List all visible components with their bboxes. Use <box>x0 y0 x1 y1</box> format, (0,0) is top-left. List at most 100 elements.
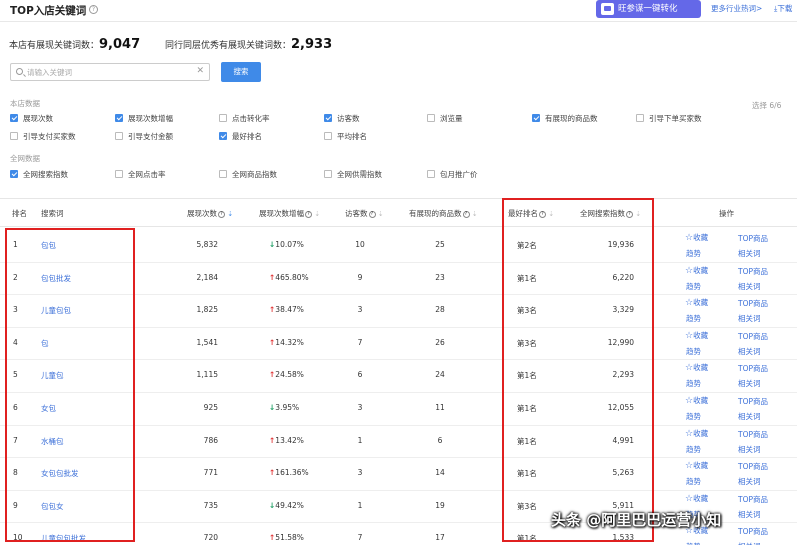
clear-icon[interactable]: ✕ <box>196 66 204 76</box>
favorite-button[interactable]: ☆收藏 <box>685 330 708 341</box>
top-items-link[interactable]: TOP商品 <box>738 233 768 244</box>
keyword-link[interactable]: 包包批发 <box>41 273 71 284</box>
store-metric-checkbox[interactable]: 展现次数 <box>10 114 53 125</box>
related-words-link[interactable]: 相关词 <box>738 313 761 324</box>
col-search-index[interactable]: 全网搜索指数? ⇣ <box>580 208 641 219</box>
network-metric-checkbox[interactable]: 包月推广价 <box>427 170 478 181</box>
trend-link[interactable]: 趋势 <box>686 541 701 545</box>
trend-link[interactable]: 趋势 <box>686 313 701 324</box>
sort-icon[interactable]: ⇣ <box>472 210 478 218</box>
keyword-link[interactable]: 女包包批发 <box>41 468 79 479</box>
top-items-link[interactable]: TOP商品 <box>738 298 768 309</box>
checkbox-icon[interactable] <box>10 114 18 122</box>
store-metric-checkbox[interactable]: 引导下单买家数 <box>636 114 702 125</box>
more-keywords-link[interactable]: 更多行业热词> <box>711 3 762 14</box>
checkbox-icon[interactable] <box>115 170 123 178</box>
checkbox-icon[interactable] <box>324 114 332 122</box>
sort-icon[interactable]: ⇣ <box>548 210 554 218</box>
top-items-link[interactable]: TOP商品 <box>738 396 768 407</box>
checkbox-icon[interactable] <box>427 114 435 122</box>
related-words-link[interactable]: 相关词 <box>738 444 761 455</box>
related-words-link[interactable]: 相关词 <box>738 378 761 389</box>
question-icon[interactable]: ? <box>539 210 546 218</box>
store-metric-checkbox[interactable]: 引导支付买家数 <box>10 132 76 143</box>
top-items-link[interactable]: TOP商品 <box>738 331 768 342</box>
keyword-link[interactable]: 女包 <box>41 403 56 414</box>
checkbox-icon[interactable] <box>427 170 435 178</box>
checkbox-icon[interactable] <box>324 170 332 178</box>
network-metric-checkbox[interactable]: 全网供需指数 <box>324 170 382 181</box>
network-metric-checkbox[interactable]: 全网搜索指数 <box>10 170 68 181</box>
favorite-button[interactable]: ☆收藏 <box>685 428 708 439</box>
search-input[interactable] <box>27 65 195 79</box>
keyword-link[interactable]: 包 <box>41 338 49 349</box>
store-metric-checkbox[interactable]: 平均排名 <box>324 132 367 143</box>
trend-link[interactable]: 趋势 <box>686 476 701 487</box>
store-metric-checkbox[interactable]: 浏览量 <box>427 114 463 125</box>
favorite-button[interactable]: ☆收藏 <box>685 265 708 276</box>
keyword-link[interactable]: 儿童包 <box>41 370 64 381</box>
checkbox-icon[interactable] <box>10 132 18 140</box>
keyword-link[interactable]: 包包女 <box>41 501 64 512</box>
trend-link[interactable]: 趋势 <box>686 346 701 357</box>
keyword-link[interactable]: 儿童包包批发 <box>41 533 86 544</box>
keyword-link[interactable]: 水桶包 <box>41 436 64 447</box>
store-metric-checkbox[interactable]: 展现次数增幅 <box>115 114 173 125</box>
sort-icon[interactable]: ⇣ <box>378 210 384 218</box>
trend-link[interactable]: 趋势 <box>686 281 701 292</box>
network-metric-checkbox[interactable]: 全网点击率 <box>115 170 166 181</box>
related-words-link[interactable]: 相关词 <box>738 346 761 357</box>
related-words-link[interactable]: 相关词 <box>738 476 761 487</box>
sort-icon[interactable]: ⇣ <box>635 210 641 218</box>
favorite-button[interactable]: ☆收藏 <box>685 297 708 308</box>
trend-link[interactable]: 趋势 <box>686 248 701 259</box>
network-metric-checkbox[interactable]: 全网商品指数 <box>219 170 277 181</box>
sort-desc-icon[interactable]: ⇣ <box>227 210 233 218</box>
top-items-link[interactable]: TOP商品 <box>738 429 768 440</box>
checkbox-icon[interactable] <box>219 132 227 140</box>
related-words-link[interactable]: 相关词 <box>738 281 761 292</box>
question-icon[interactable]: ? <box>368 210 376 218</box>
download-link[interactable]: ⤓下载 <box>774 3 792 14</box>
checkbox-icon[interactable] <box>115 114 123 122</box>
checkbox-icon[interactable] <box>532 114 540 122</box>
trend-link[interactable]: 趋势 <box>686 444 701 455</box>
top-items-link[interactable]: TOP商品 <box>738 363 768 374</box>
trend-link[interactable]: 趋势 <box>686 378 701 389</box>
checkbox-icon[interactable] <box>219 170 227 178</box>
favorite-button[interactable]: ☆收藏 <box>685 362 708 373</box>
col-items[interactable]: 有展现的商品数? ⇣ <box>409 208 478 219</box>
related-words-link[interactable]: 相关词 <box>738 411 761 422</box>
checkbox-icon[interactable] <box>324 132 332 140</box>
promo-button[interactable]: 旺参谋一键转化 <box>596 0 701 18</box>
question-icon[interactable]: ? <box>462 210 470 218</box>
favorite-button[interactable]: ☆收藏 <box>685 493 708 504</box>
favorite-button[interactable]: ☆收藏 <box>685 232 708 243</box>
store-metric-checkbox[interactable]: 有展现的商品数 <box>532 114 598 125</box>
checkbox-icon[interactable] <box>219 114 227 122</box>
store-metric-checkbox[interactable]: 最好排名 <box>219 132 262 143</box>
keyword-link[interactable]: 包包 <box>41 240 56 251</box>
col-best-rank[interactable]: 最好排名? ⇣ <box>508 208 554 219</box>
question-icon[interactable]: ? <box>218 210 225 218</box>
top-items-link[interactable]: TOP商品 <box>738 526 768 537</box>
question-icon[interactable]: ? <box>305 210 312 218</box>
related-words-link[interactable]: 相关词 <box>738 541 761 545</box>
help-icon[interactable]: ? <box>89 5 98 14</box>
checkbox-icon[interactable] <box>10 170 18 178</box>
checkbox-icon[interactable] <box>636 114 644 122</box>
sort-icon[interactable]: ⇣ <box>314 210 320 218</box>
store-metric-checkbox[interactable]: 引导支付金额 <box>115 132 173 143</box>
trend-link[interactable]: 趋势 <box>686 411 701 422</box>
top-items-link[interactable]: TOP商品 <box>738 266 768 277</box>
col-visitors[interactable]: 访客数? ⇣ <box>345 208 384 219</box>
related-words-link[interactable]: 相关词 <box>738 248 761 259</box>
search-button[interactable]: 搜索 <box>221 62 261 82</box>
keyword-link[interactable]: 儿童包包 <box>41 305 71 316</box>
col-growth[interactable]: 展现次数增幅? ⇣ <box>259 208 320 219</box>
col-impressions[interactable]: 展现次数? ⇣ <box>187 208 233 219</box>
store-metric-checkbox[interactable]: 访客数 <box>324 114 360 125</box>
question-icon[interactable]: ? <box>626 210 633 218</box>
top-items-link[interactable]: TOP商品 <box>738 494 768 505</box>
checkbox-icon[interactable] <box>115 132 123 140</box>
